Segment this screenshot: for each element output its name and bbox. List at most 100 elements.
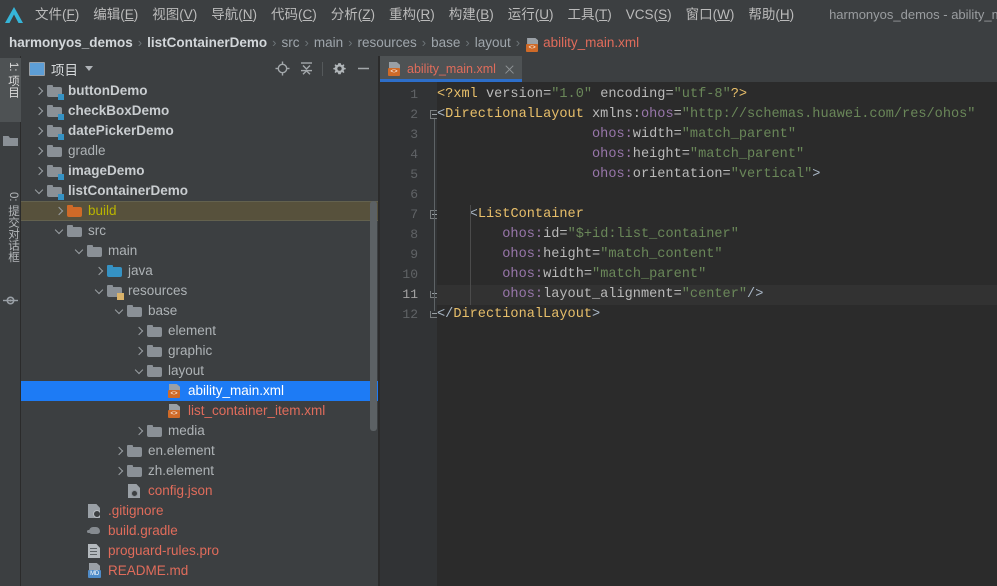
hide-panel-icon[interactable] [352,58,374,80]
menu-item-4[interactable]: 导航(N) [204,0,264,29]
code-token: "http://schemas.huawei.com/res/ohos" [681,107,976,122]
menu-item-3[interactable]: 视图(V) [145,0,204,29]
close-icon[interactable] [503,63,516,76]
tree-row[interactable]: main [21,241,378,261]
chevron-down-icon[interactable] [85,66,93,71]
breadcrumb-item-base[interactable]: base [431,35,460,50]
editor-tab-ability-main-xml[interactable]: <> ability_main.xml [380,56,522,82]
menu-item-6[interactable]: 分析(Z) [324,0,382,29]
code-line[interactable]: <?xml version="1.0" encoding="utf-8"?> [437,85,997,105]
tree-row[interactable]: graphic [21,341,378,361]
breadcrumb[interactable]: harmonyos_demos › listContainerDemo › src › ma… [0,29,997,56]
code-line[interactable]: ohos:id="$+id:list_container" [437,225,997,245]
tree-row[interactable]: java [21,261,378,281]
editor-gutter[interactable]: 1 2 3 4 5 6 7 8 9 10 11 12 [380,82,439,586]
code-line[interactable]: ohos:layout_alignment="center"/> [437,285,997,305]
chevron-down-icon[interactable] [113,305,126,318]
chevron-right-icon[interactable] [93,265,106,278]
chevron-right-icon[interactable] [33,125,46,138]
tree-row[interactable]: <> list_container_item.xml [21,401,378,421]
chevron-right-icon[interactable] [33,165,46,178]
code-token: <?xml [437,87,486,102]
menu-item-5[interactable]: 代码(C) [264,0,324,29]
chevron-right-icon[interactable] [33,85,46,98]
breadcrumb-item-ability-main-xml[interactable]: <> ability_main.xml [525,35,639,52]
code-line[interactable]: ohos:height="match_parent" [437,145,997,165]
code-line[interactable]: ohos:width="match_parent" [437,265,997,285]
breadcrumb-item-harmonyos-demos[interactable]: harmonyos_demos [9,35,133,50]
tree-row[interactable]: en.element [21,441,378,461]
locate-icon[interactable] [271,58,293,80]
tool-window-button-commit[interactable]: 0: 提交对话框 [0,188,21,280]
menu-item-13[interactable]: 帮助(H) [741,0,801,29]
tree-row[interactable]: listContainerDemo [21,181,378,201]
tree-row[interactable]: media [21,421,378,441]
breadcrumb-label: layout [474,35,511,50]
tree-row[interactable]: build.gradle [21,521,378,541]
chevron-down-icon[interactable] [73,245,86,258]
folder-icon [87,243,103,259]
menu-item-12[interactable]: 窗口(W) [679,0,742,29]
tree-row[interactable]: proguard-rules.pro [21,541,378,561]
tree-row[interactable]: <> ability_main.xml [21,381,378,401]
tree-scrollbar[interactable] [369,81,378,586]
code-line[interactable]: <ListContainer [437,205,997,225]
menu-item-9[interactable]: 运行(U) [501,0,561,29]
code-line[interactable]: <DirectionalLayout xmlns:ohos="http://sc… [437,105,997,125]
chevron-right-icon[interactable] [133,325,146,338]
tree-row[interactable]: build [21,201,378,221]
code-line[interactable]: ohos:height="match_content" [437,245,997,265]
tree-row[interactable]: checkBoxDemo [21,101,378,121]
tree-row[interactable]: gradle [21,141,378,161]
tree-row[interactable]: src [21,221,378,241]
chevron-right-icon[interactable] [133,425,146,438]
breadcrumb-item-layout[interactable]: layout [475,35,511,50]
chevron-down-icon[interactable] [93,285,106,298]
tree-row[interactable]: imageDemo [21,161,378,181]
tree-row[interactable]: MD README.md [21,561,378,581]
code-line[interactable]: </DirectionalLayout> [437,305,997,325]
code-token: version [485,87,544,102]
code-line[interactable]: ohos:orientation="vertical"> [437,165,997,185]
tree-row[interactable]: config.json [21,481,378,501]
breadcrumb-item-src[interactable]: src [282,35,300,50]
menu-item-1[interactable]: 文件(F) [28,0,86,29]
chevron-down-icon[interactable] [133,365,146,378]
menu-item-11[interactable]: VCS(S) [619,0,679,29]
breadcrumb-item-listcontainerdemo[interactable]: listContainerDemo [147,35,267,50]
gutter-line-number: 6 [410,187,418,202]
project-tree[interactable]: MD README.md proguard-rules.pro build.gradl… [21,81,378,586]
tree-row-label: datePickerDemo [68,123,174,138]
settings-gear-icon[interactable] [328,58,350,80]
code-line[interactable]: ohos:width="match_parent" [437,125,997,145]
chevron-right-icon[interactable] [113,445,126,458]
menu-item-8[interactable]: 构建(B) [442,0,501,29]
code-line[interactable] [437,185,997,205]
menu-item-2[interactable]: 编辑(E) [86,0,145,29]
xml-file-icon: <> [387,61,402,77]
chevron-down-icon[interactable] [53,225,66,238]
tree-row[interactable]: element [21,321,378,341]
tool-window-button-project[interactable]: 1: 项目 [0,58,21,122]
chevron-down-icon[interactable] [33,185,46,198]
tree-row[interactable]: base [21,301,378,321]
code-token: > [592,307,601,322]
breadcrumb-item-resources[interactable]: resources [357,35,416,50]
chevron-right-icon[interactable] [133,345,146,358]
collapse-all-icon[interactable] [295,58,317,80]
breadcrumb-separator: › [304,35,309,50]
tree-row[interactable]: zh.element [21,461,378,481]
tree-row[interactable]: layout [21,361,378,381]
tree-row[interactable]: resources [21,281,378,301]
chevron-right-icon[interactable] [53,205,66,218]
editor-code[interactable]: <?xml version="1.0" encoding="utf-8"?> <D… [437,82,997,586]
chevron-right-icon[interactable] [113,465,126,478]
menu-item-7[interactable]: 重构(R) [382,0,442,29]
tree-row[interactable]: .gitignore [21,501,378,521]
breadcrumb-item-main[interactable]: main [314,35,343,50]
tree-row[interactable]: datePickerDemo [21,121,378,141]
tree-row[interactable]: buttonDemo [21,81,378,101]
chevron-right-icon[interactable] [33,105,46,118]
chevron-right-icon[interactable] [33,145,46,158]
menu-item-10[interactable]: 工具(T) [561,0,619,29]
